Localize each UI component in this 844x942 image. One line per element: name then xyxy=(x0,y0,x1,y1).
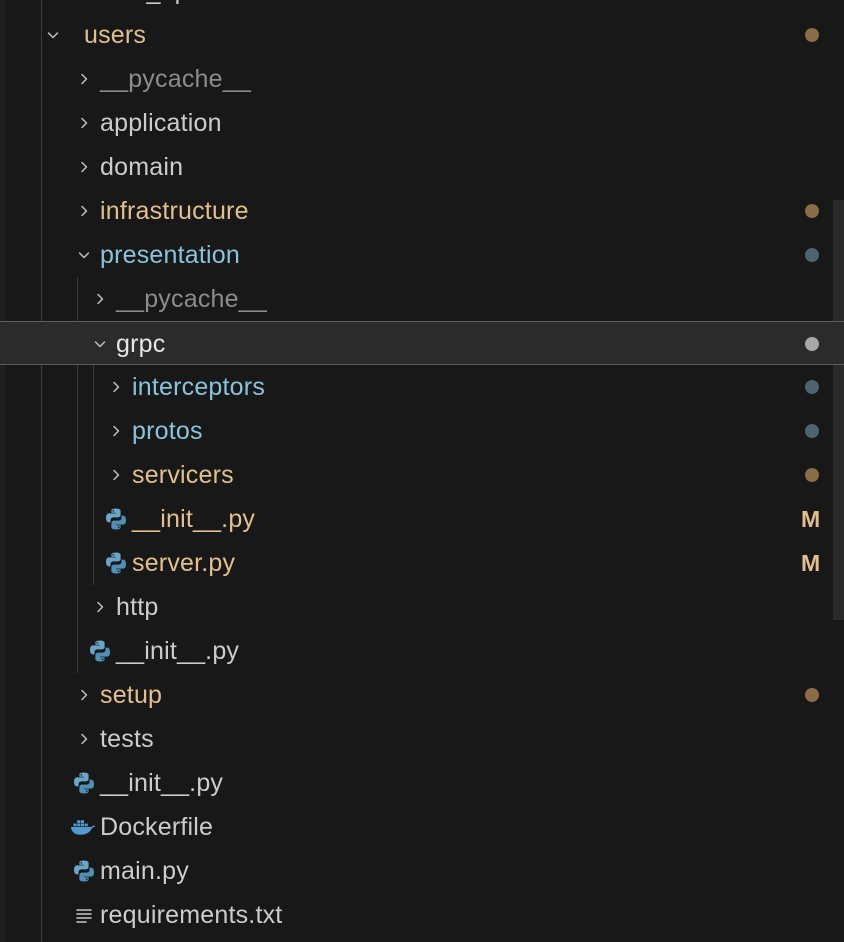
folder-row-application[interactable]: application xyxy=(0,101,844,145)
chevron-right-icon[interactable] xyxy=(90,277,110,321)
git-status-dot xyxy=(805,380,819,394)
chevron-right-icon[interactable] xyxy=(74,145,94,189)
git-status-badge: M xyxy=(801,506,821,532)
explorer-tree: web_apiusers __pycache__ application domain… xyxy=(0,0,844,942)
tree-item-label: __init__.py xyxy=(100,769,224,797)
file-row-dockerfile[interactable]: Dockerfile xyxy=(0,805,844,849)
tree-item-label: __pycache__ xyxy=(100,65,251,93)
python-icon xyxy=(103,541,129,585)
folder-row-pycache[interactable]: __pycache__ xyxy=(0,57,844,101)
chevron-right-icon[interactable] xyxy=(90,585,110,629)
folder-row-interceptors[interactable]: interceptors xyxy=(0,365,844,409)
tree-item-label: setup xyxy=(100,681,163,709)
tree-item-label: presentation xyxy=(100,241,240,269)
folder-row-domain[interactable]: domain xyxy=(0,145,844,189)
folder-row-http[interactable]: http xyxy=(0,585,844,629)
folder-row-pycache[interactable]: __pycache__ xyxy=(0,277,844,321)
chevron-right-icon[interactable] xyxy=(74,673,94,717)
folder-row-setup[interactable]: setup xyxy=(0,673,844,717)
file-row-server-py[interactable]: server.py M xyxy=(0,541,844,585)
tree-item-label: interceptors xyxy=(132,373,266,401)
tree-item-label: requirements.txt xyxy=(100,901,283,929)
chevron-right-icon[interactable] xyxy=(74,189,94,233)
git-status-dot xyxy=(805,28,819,42)
git-status-dot xyxy=(805,688,819,702)
folder-row-presentation[interactable]: presentation xyxy=(0,233,844,277)
folder-row-grpc[interactable]: grpc xyxy=(0,321,844,365)
tree-item-label: __init__.py xyxy=(116,637,240,665)
tree-item-label: __init__.py xyxy=(132,505,256,533)
tree-item-label: grpc xyxy=(116,330,166,358)
tree-item-label: http xyxy=(116,593,159,621)
chevron-down-icon[interactable] xyxy=(43,13,63,57)
tree-item-label: main.py xyxy=(100,857,189,885)
tree-item-label: protos xyxy=(132,417,203,445)
folder-row-users[interactable]: users xyxy=(0,13,844,57)
file-row-main-py[interactable]: main.py xyxy=(0,849,844,893)
text-file-icon xyxy=(71,893,97,937)
chevron-right-icon[interactable] xyxy=(106,365,126,409)
folder-row-servicers[interactable]: servicers xyxy=(0,453,844,497)
python-icon xyxy=(87,629,113,673)
chevron-right-icon[interactable] xyxy=(106,409,126,453)
chevron-right-icon[interactable] xyxy=(74,57,94,101)
python-icon xyxy=(71,761,97,805)
docker-icon xyxy=(70,805,96,849)
tree-item-label: infrastructure xyxy=(100,197,249,225)
tree-item-label: server.py xyxy=(132,549,236,577)
file-row-init-py[interactable]: __init__.py M xyxy=(0,497,844,541)
git-status-dot xyxy=(805,337,819,351)
file-row-init-py[interactable]: __init__.py xyxy=(0,629,844,673)
chevron-right-icon[interactable] xyxy=(74,101,94,145)
folder-row-tests[interactable]: tests xyxy=(0,717,844,761)
tree-item-label: users xyxy=(84,21,147,49)
tree-item-label: servicers xyxy=(132,461,234,489)
chevron-right-icon[interactable] xyxy=(106,453,126,497)
tree-item-label: application xyxy=(100,109,222,137)
tree-item-label: tests xyxy=(100,725,154,753)
git-status-badge: M xyxy=(801,550,821,576)
folder-row-infrastructure[interactable]: infrastructure xyxy=(0,189,844,233)
file-row-init-py[interactable]: __init__.py xyxy=(0,761,844,805)
python-icon xyxy=(71,849,97,893)
chevron-right-icon[interactable] xyxy=(74,717,94,761)
file-row-requirements-txt[interactable]: requirements.txt xyxy=(0,893,844,937)
chevron-down-icon[interactable] xyxy=(74,233,94,277)
tree-item-label: domain xyxy=(100,153,184,181)
git-status-dot xyxy=(805,468,819,482)
partial-folder-label: web_api xyxy=(100,0,195,13)
python-icon xyxy=(103,497,129,541)
tree-item-label: Dockerfile xyxy=(100,813,214,841)
tree-item-label: __pycache__ xyxy=(116,285,267,313)
git-status-dot xyxy=(805,204,819,218)
chevron-down-icon[interactable] xyxy=(90,322,110,366)
git-status-dot xyxy=(805,248,819,262)
git-status-dot xyxy=(805,424,819,438)
folder-row-protos[interactable]: protos xyxy=(0,409,844,453)
